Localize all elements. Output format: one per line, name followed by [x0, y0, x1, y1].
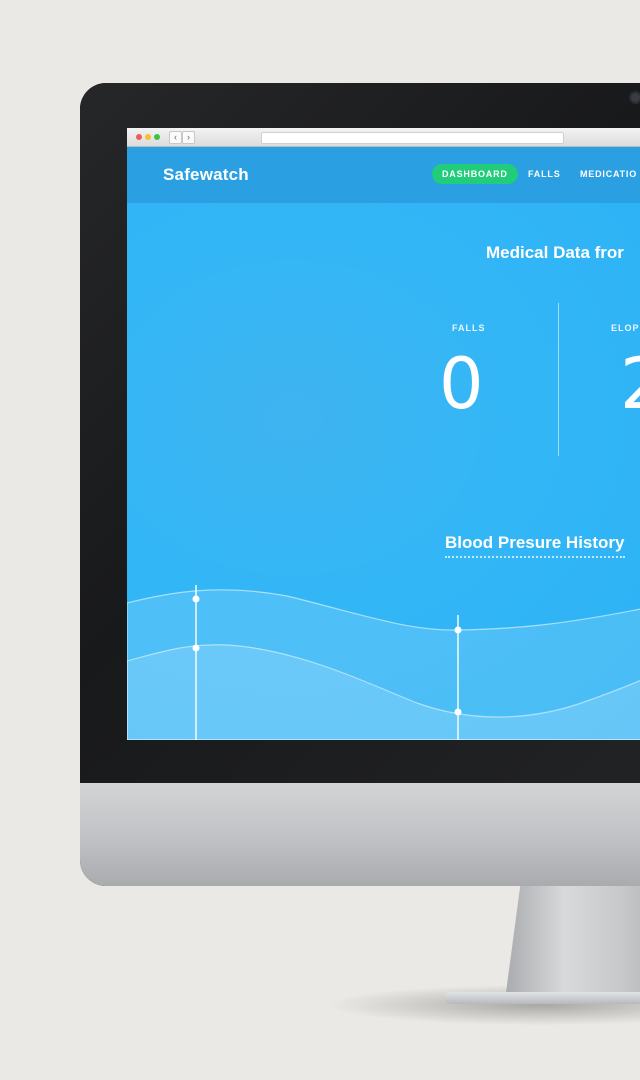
monitor-chin — [80, 783, 640, 886]
chart-point[interactable] — [192, 595, 200, 603]
monitor-stand-base — [445, 992, 640, 1004]
minimize-window-icon[interactable] — [145, 134, 151, 140]
browser-toolbar: ‹ › — [127, 128, 640, 147]
chart-point[interactable] — [454, 708, 462, 716]
close-window-icon[interactable] — [136, 134, 142, 140]
maximize-window-icon[interactable] — [154, 134, 160, 140]
chart-point[interactable] — [454, 626, 462, 634]
monitor-stand — [505, 880, 640, 1000]
chart-point[interactable] — [192, 644, 200, 652]
screen: ‹ › Safewatch DASHBOARD FALLS MEDICATIO … — [127, 128, 640, 740]
nav-falls[interactable]: FALLS — [528, 164, 561, 184]
back-button[interactable]: ‹ — [169, 131, 182, 144]
app-header: Safewatch DASHBOARD FALLS MEDICATIO — [127, 147, 640, 203]
blood-pressure-chart — [127, 585, 640, 740]
desktop-scene: ‹ › Safewatch DASHBOARD FALLS MEDICATIO … — [0, 0, 640, 1080]
brand-logo[interactable]: Safewatch — [163, 165, 249, 185]
address-bar[interactable] — [261, 132, 564, 144]
nav-medications[interactable]: MEDICATIO — [580, 164, 637, 184]
monitor: ‹ › Safewatch DASHBOARD FALLS MEDICATIO … — [80, 83, 640, 886]
forward-button[interactable]: › — [182, 131, 195, 144]
nav-dashboard[interactable]: DASHBOARD — [432, 164, 518, 184]
dashboard-content: Medical Data fror FALLS 0 ELOP 2 Blood P… — [127, 203, 640, 740]
camera-icon — [631, 93, 640, 102]
